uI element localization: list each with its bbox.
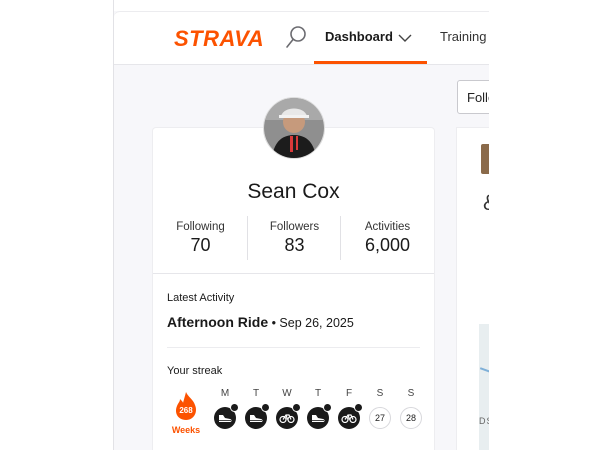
- activity-dot: [354, 403, 363, 412]
- day-date[interactable]: 28: [400, 407, 422, 429]
- activity-feed-card: & DS: [457, 128, 490, 450]
- day-letter: T: [252, 388, 260, 399]
- activity-dot: [292, 403, 301, 412]
- shoe-icon: [250, 415, 263, 422]
- nav-dashboard-label: Dashboard: [325, 29, 393, 44]
- stat-value: 83: [284, 235, 305, 255]
- day-letter: M: [220, 388, 230, 399]
- streak-weeks-label: Weeks: [171, 425, 201, 435]
- chevron-down-icon: [398, 30, 412, 48]
- page-margin: [489, 0, 600, 450]
- streak-label: Your streak: [167, 365, 223, 377]
- stat-following[interactable]: Following 70: [154, 216, 247, 260]
- activity-dot: [261, 403, 270, 412]
- day-letter: S: [376, 388, 384, 399]
- streak-weeks-count: 268: [179, 406, 193, 415]
- bike-icon: [341, 414, 357, 423]
- latest-activity-title: Afternoon Ride: [167, 314, 269, 330]
- day-date[interactable]: 27: [369, 407, 391, 429]
- stat-label: Followers: [269, 221, 320, 233]
- app-viewport: STRAVA Dashboard Training Follo Sean Cox…: [113, 0, 490, 450]
- profile-card: Sean Cox Following 70 Followers 83 Activ…: [153, 128, 434, 450]
- stat-activities[interactable]: Activities 6,000: [340, 216, 434, 260]
- stat-label: Following: [176, 221, 225, 233]
- card-divider: [153, 273, 434, 274]
- shoe-icon: [219, 415, 232, 422]
- bike-icon: [279, 414, 295, 423]
- avatar[interactable]: [263, 97, 325, 159]
- latest-activity-label: Latest Activity: [167, 292, 235, 304]
- day-letter: T: [314, 388, 322, 399]
- stat-value: 6,000: [364, 235, 411, 255]
- latest-activity-date: • Sep 26, 2025: [268, 316, 354, 330]
- day-letter: W: [282, 388, 292, 399]
- activity-dot: [230, 403, 239, 412]
- browser-strip: [114, 0, 490, 11]
- day-letter: F: [345, 388, 353, 399]
- strava-logo[interactable]: STRAVA: [174, 26, 264, 52]
- top-navbar: STRAVA Dashboard Training: [114, 11, 490, 65]
- shoe-icon: [312, 415, 325, 422]
- search-icon: [286, 26, 306, 48]
- avatar-photo: [264, 98, 324, 158]
- latest-activity-link[interactable]: Afternoon Ride • Sep 26, 2025: [167, 314, 354, 330]
- activity-dot: [323, 403, 332, 412]
- section-divider: [167, 347, 420, 348]
- day-letter: S: [407, 388, 415, 399]
- stat-label: Activities: [364, 221, 411, 233]
- feed-filter-dropdown[interactable]: Follo: [457, 80, 490, 114]
- feed-filter-label: Follo: [467, 90, 490, 105]
- search-button[interactable]: [284, 24, 308, 50]
- athlete-name[interactable]: Sean Cox: [153, 180, 434, 204]
- nav-training-tab[interactable]: Training: [440, 29, 486, 44]
- profile-stats: Following 70 Followers 83 Activities 6,0…: [153, 216, 434, 260]
- stat-followers[interactable]: Followers 83: [247, 216, 341, 260]
- nav-dashboard-tab[interactable]: Dashboard: [314, 12, 427, 64]
- stat-value: 70: [190, 235, 211, 255]
